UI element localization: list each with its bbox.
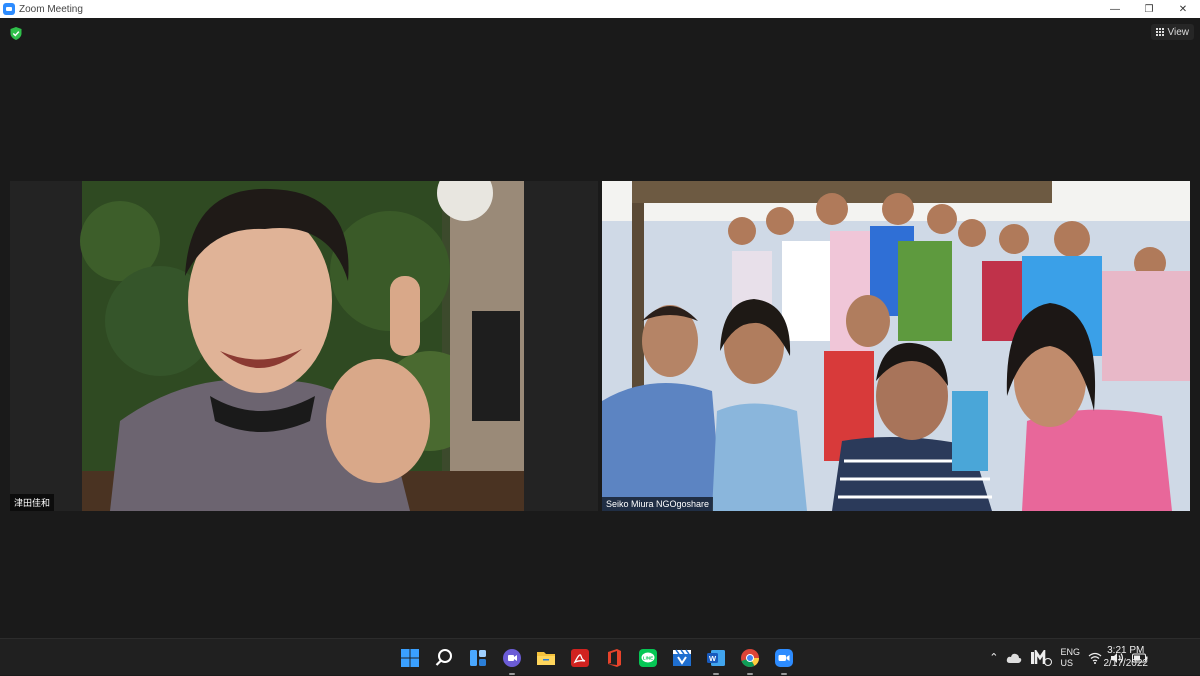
region-label: US [1060, 657, 1073, 668]
grid-view-icon [1155, 28, 1164, 36]
taskbar: LINE W ⌃ ENG US 3:21 PM 2/17/2022 [0, 638, 1200, 675]
video-tile-participant-2[interactable]: Seiko Miura NGOgoshare [602, 181, 1190, 511]
minimize-button[interactable]: — [1098, 0, 1132, 18]
meeting-area: View 津田佳和 Seiko Miura NGOgoshare [0, 18, 1200, 638]
language-indicator[interactable]: ENG US [1060, 647, 1080, 669]
language-label: ENG [1060, 646, 1080, 657]
view-button[interactable]: View [1150, 24, 1194, 40]
participant-name-label: Seiko Miura NGOgoshare [602, 497, 714, 511]
restore-button[interactable]: ❐ [1132, 0, 1166, 18]
search-icon[interactable] [432, 646, 456, 670]
window-controls: — ❐ ✕ [1098, 0, 1200, 18]
window-title: Zoom Meeting [19, 3, 83, 15]
teams-chat-icon[interactable] [500, 646, 524, 675]
word-icon[interactable]: W [704, 646, 728, 675]
zoom-app-icon [3, 3, 15, 15]
office-icon[interactable] [602, 646, 626, 670]
title-bar: Zoom Meeting — ❐ ✕ [0, 0, 1200, 18]
im-icon[interactable] [1030, 649, 1053, 666]
security-shield-icon[interactable] [10, 27, 22, 40]
line-icon[interactable]: LINE [636, 646, 660, 670]
participant-2-video [602, 181, 1190, 511]
view-label: View [1167, 26, 1190, 38]
taskbar-apps: LINE W [398, 639, 796, 676]
widgets-icon[interactable] [466, 646, 490, 670]
wifi-icon[interactable] [1088, 652, 1102, 664]
system-clock[interactable]: 3:21 PM 2/17/2022 [1104, 644, 1149, 670]
start-icon[interactable] [398, 646, 422, 670]
cloud-icon[interactable] [1006, 652, 1022, 664]
participant-name-label: 津田佳和 [10, 494, 55, 511]
system-tray: ⌃ ENG US [989, 639, 1200, 676]
zoom-icon[interactable] [772, 646, 796, 675]
close-button[interactable]: ✕ [1166, 0, 1200, 18]
chrome-icon[interactable] [738, 646, 762, 675]
svg-text:W: W [709, 654, 717, 663]
clock-time: 3:21 PM [1107, 645, 1145, 656]
clapper-icon[interactable] [670, 646, 694, 670]
participant-1-video [10, 181, 598, 511]
video-tile-participant-1[interactable]: 津田佳和 [10, 181, 598, 511]
acrobat-icon[interactable] [568, 646, 592, 670]
svg-text:LINE: LINE [643, 655, 653, 660]
clock-date: 2/17/2022 [1103, 658, 1149, 669]
chevron-up-icon[interactable]: ⌃ [989, 651, 998, 664]
file-explorer-icon[interactable] [534, 646, 558, 670]
